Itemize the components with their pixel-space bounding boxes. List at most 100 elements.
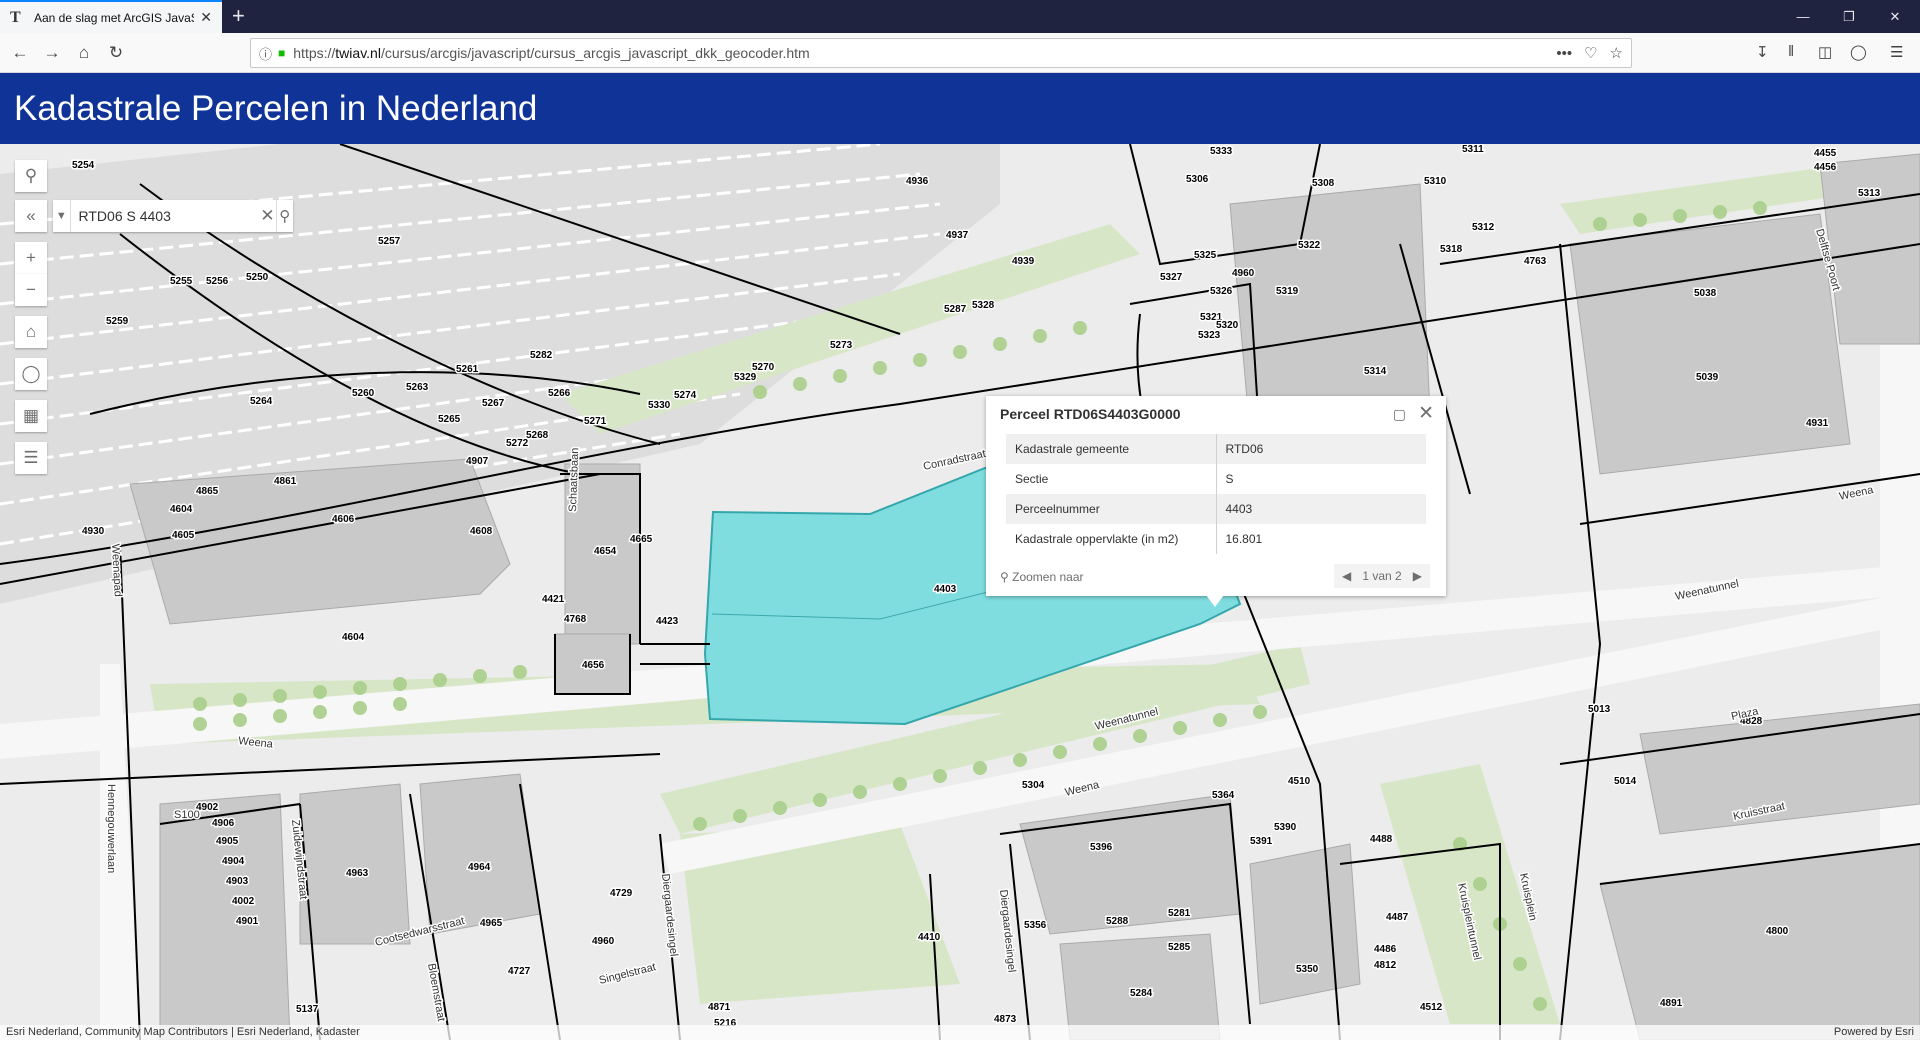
next-feature-icon[interactable]: ▶ (1413, 569, 1422, 583)
browser-tab[interactable]: T Aan de slag met ArcGIS JavaScr ✕ (0, 0, 222, 33)
popup-pagination: ◀ 1 van 2 ▶ (1334, 564, 1430, 588)
page-actions-icon[interactable]: ••• (1556, 45, 1572, 62)
tab-title: Aan de slag met ArcGIS JavaScr (34, 10, 195, 25)
dock-icon[interactable]: ▢ (1393, 406, 1406, 423)
forward-icon[interactable]: → (40, 41, 64, 65)
parcel-label: 4960 (1232, 268, 1255, 279)
downloads-icon[interactable]: ↧ (1756, 43, 1769, 61)
street-label: Conradstraat (922, 448, 987, 473)
zoom-to-button[interactable]: ⚲ Zoomen naar (1000, 570, 1084, 584)
zoom-out-icon[interactable]: − (15, 274, 47, 306)
parcel-label: 4455 (1814, 148, 1837, 159)
street-label: Diergaardesingel (659, 873, 680, 957)
powered-by-link[interactable]: Powered by Esri (1834, 1025, 1914, 1040)
parcel-label: 4656 (582, 660, 605, 671)
parcel-label: 5396 (1090, 842, 1113, 853)
parcel-label: 5257 (378, 236, 401, 247)
parcel-label: 5266 (548, 388, 571, 399)
parcel-label: 4930 (82, 526, 105, 537)
parcel-label: 5274 (674, 390, 697, 401)
parcel-label: 4939 (1012, 256, 1035, 267)
parcel-label: 4423 (656, 616, 679, 627)
popup-title: Perceel RTD06S4403G0000 (1000, 406, 1181, 422)
parcel-label: 5333 (1210, 146, 1233, 157)
chevron-down-icon[interactable]: ▼ (53, 200, 71, 232)
street-label: Bloemstraat (425, 962, 447, 1022)
back-icon[interactable]: ← (8, 41, 32, 65)
parcel-label: 4421 (542, 594, 565, 605)
zoom-in-icon[interactable]: + (15, 242, 47, 274)
parcel-label: 5356 (1024, 920, 1047, 931)
minimize-window-icon[interactable]: — (1780, 0, 1826, 33)
parcel-label: 5265 (438, 414, 461, 425)
layer-list-icon[interactable]: ☰ (15, 442, 47, 474)
street-label: Weenapad (109, 544, 124, 598)
parcel-label: 4800 (1766, 926, 1789, 937)
pocket-icon[interactable]: ♡ (1584, 44, 1597, 62)
parcel-label: 4865 (196, 486, 219, 497)
parcel-label: 4960 (592, 936, 615, 947)
parcel-label: 5364 (1212, 790, 1235, 801)
parcel-label: 5308 (1312, 178, 1335, 189)
tab-favicon-icon: T (10, 8, 21, 26)
map-view[interactable]: 5254 5257 5255 5256 5250 5259 4936 4937 … (0, 144, 1920, 1040)
parcel-label: 4904 (222, 856, 245, 867)
parcel-label: 4907 (466, 456, 489, 467)
parcel-label: 5318 (1440, 244, 1463, 255)
app-header: Kadastrale Percelen in Nederland (0, 73, 1920, 144)
previous-feature-icon[interactable]: ◀ (1342, 569, 1351, 583)
street-label: S100 (174, 809, 200, 821)
parcel-label: 5391 (1250, 836, 1273, 847)
parcel-label: 4512 (1420, 1002, 1443, 1013)
parcel-label: 5271 (584, 416, 607, 427)
library-icon[interactable]: ‖ (1788, 43, 1794, 60)
attribution-bar: Esri Nederland, Community Map Contributo… (0, 1025, 1920, 1040)
sidebar-icon[interactable]: ◫ (1818, 43, 1832, 61)
site-info-icon[interactable]: ⓘ (259, 44, 272, 63)
parcel-label: 5288 (1106, 916, 1129, 927)
url-bar[interactable]: ⓘ ■ https://twiav.nl/cursus/arcgis/javas… (250, 38, 1632, 68)
collapse-search-icon[interactable]: « (15, 200, 47, 232)
locate-icon[interactable]: ⚲ (15, 160, 47, 192)
table-row: Perceelnummer 4403 (1006, 494, 1426, 524)
parcel-label: 4871 (708, 1002, 731, 1013)
parcel-label: 5328 (972, 300, 995, 311)
parcel-label: 5282 (530, 350, 553, 361)
home-icon[interactable]: ⌂ (72, 41, 96, 65)
parcel-label: 4729 (610, 888, 633, 899)
restore-window-icon[interactable]: ❐ (1826, 0, 1872, 33)
parcel-label: 5322 (1298, 240, 1321, 251)
parcel-label: 5281 (1168, 908, 1191, 919)
parcel-label: 5287 (944, 304, 967, 315)
reload-icon[interactable]: ↻ (104, 41, 128, 65)
parcel-label: 5319 (1276, 286, 1299, 297)
attribution-text[interactable]: Esri Nederland, Community Map Contributo… (6, 1026, 360, 1038)
basemap-gallery-icon[interactable]: ▦ (15, 400, 47, 432)
menu-icon[interactable]: ☰ (1890, 43, 1903, 61)
parcel-label: 4768 (564, 614, 587, 625)
compass-icon[interactable]: ◯ (15, 358, 47, 390)
attribute-value: 16.801 (1225, 532, 1263, 546)
close-window-icon[interactable]: ✕ (1872, 0, 1918, 33)
bookmark-star-icon[interactable]: ☆ (1610, 44, 1623, 62)
parcel-label: 5390 (1274, 822, 1297, 833)
parcel-label: 4964 (468, 862, 491, 873)
search-widget: ▼ ✕ ⚲ (53, 200, 293, 232)
search-input[interactable] (70, 201, 260, 231)
table-row: Sectie S (1006, 464, 1426, 494)
search-icon[interactable]: ⚲ (275, 200, 294, 232)
home-view-icon[interactable]: ⌂ (15, 316, 47, 348)
street-label: Diergaardesingel (997, 889, 1018, 973)
clear-search-icon[interactable]: ✕ (260, 206, 276, 226)
parcel-label: 5259 (106, 316, 129, 327)
popup-pointer (1206, 595, 1224, 607)
parcel-label: 5330 (648, 400, 671, 411)
tab-close-icon[interactable]: ✕ (200, 9, 212, 26)
account-icon[interactable]: ◯ (1850, 43, 1867, 61)
new-tab-button[interactable]: + (232, 4, 245, 28)
browser-nav-bar: ← → ⌂ ↻ ⓘ ■ https://twiav.nl/cursus/arcg… (0, 33, 1920, 73)
url-text[interactable]: https://twiav.nl/cursus/arcgis/javascrip… (293, 45, 1544, 61)
map-canvas[interactable]: 5254 5257 5255 5256 5250 5259 4936 4937 … (0, 144, 1920, 1040)
parcel-label: 5260 (352, 388, 375, 399)
close-icon[interactable]: ✕ (1418, 402, 1434, 425)
